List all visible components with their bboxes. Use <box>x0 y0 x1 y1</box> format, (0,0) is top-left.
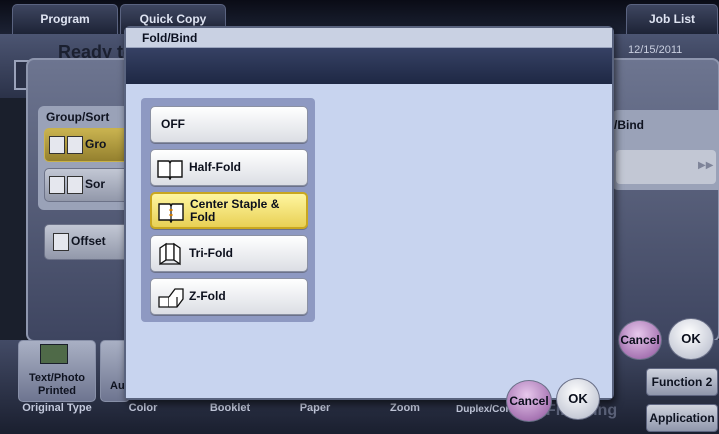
z-fold-icon <box>158 287 184 308</box>
tab-zoom[interactable]: Zoom <box>380 402 430 414</box>
tab-program[interactable]: Program <box>12 4 118 34</box>
option-off[interactable]: OFF <box>150 106 308 143</box>
group-sort-label: Group/Sort <box>46 110 110 124</box>
application-button[interactable]: Application <box>646 404 718 432</box>
option-label: Tri-Fold <box>189 246 233 260</box>
forward-arrow-icon: ▶▶ <box>698 160 714 171</box>
copy-screen: Program Quick Copy Job List Ready to 12/… <box>0 0 719 434</box>
group-icon <box>49 136 65 154</box>
half-fold-icon <box>157 159 183 180</box>
sort-icon <box>49 176 65 194</box>
option-z-fold[interactable]: Z-Fold <box>150 278 308 315</box>
option-tri-fold[interactable]: Tri-Fold <box>150 235 308 272</box>
background-cancel-button[interactable]: Cancel <box>618 320 662 360</box>
fold-bind-panel-label: /Bind <box>614 118 644 132</box>
offset-button[interactable]: Offset <box>44 224 134 260</box>
dialog-ok-button[interactable]: OK <box>556 378 600 420</box>
date-display: 12/15/2011 <box>628 44 683 56</box>
sort-button[interactable]: Sor <box>44 168 134 202</box>
center-staple-fold-icon <box>158 202 184 223</box>
offset-icon <box>53 233 69 251</box>
text-photo-label: Text/Photo Printed <box>28 372 85 397</box>
dialog-cancel-button[interactable]: Cancel <box>506 380 552 422</box>
option-label: Center Staple & Fold <box>190 196 280 224</box>
text-photo-icon <box>40 344 68 364</box>
group-button[interactable]: Gro <box>44 128 134 162</box>
fold-bind-setting[interactable]: ▶▶ <box>616 150 716 184</box>
function-2-button[interactable]: Function 2 <box>646 368 718 396</box>
group-icon <box>67 136 83 154</box>
tab-booklet[interactable]: Booklet <box>200 402 260 414</box>
option-label: Half-Fold <box>189 160 241 174</box>
option-label: OFF <box>161 117 185 131</box>
offset-button-label: Offset <box>71 234 106 249</box>
tab-job-list[interactable]: Job List <box>626 4 718 34</box>
tab-color[interactable]: Color <box>118 402 168 414</box>
tri-fold-icon <box>159 242 181 265</box>
dialog-title: Fold/Bind <box>126 28 612 48</box>
dialog-header-band <box>126 48 612 84</box>
option-center-staple-fold[interactable]: Center Staple & Fold <box>150 192 308 229</box>
sort-icon <box>67 176 83 194</box>
option-label: Z-Fold <box>189 289 226 303</box>
tab-paper[interactable]: Paper <box>290 402 340 414</box>
sort-button-label: Sor <box>85 177 106 192</box>
background-ok-button[interactable]: OK <box>668 318 714 360</box>
option-half-fold[interactable]: Half-Fold <box>150 149 308 186</box>
tab-original-type[interactable]: Original Type <box>16 402 98 414</box>
group-button-label: Gro <box>85 137 107 152</box>
